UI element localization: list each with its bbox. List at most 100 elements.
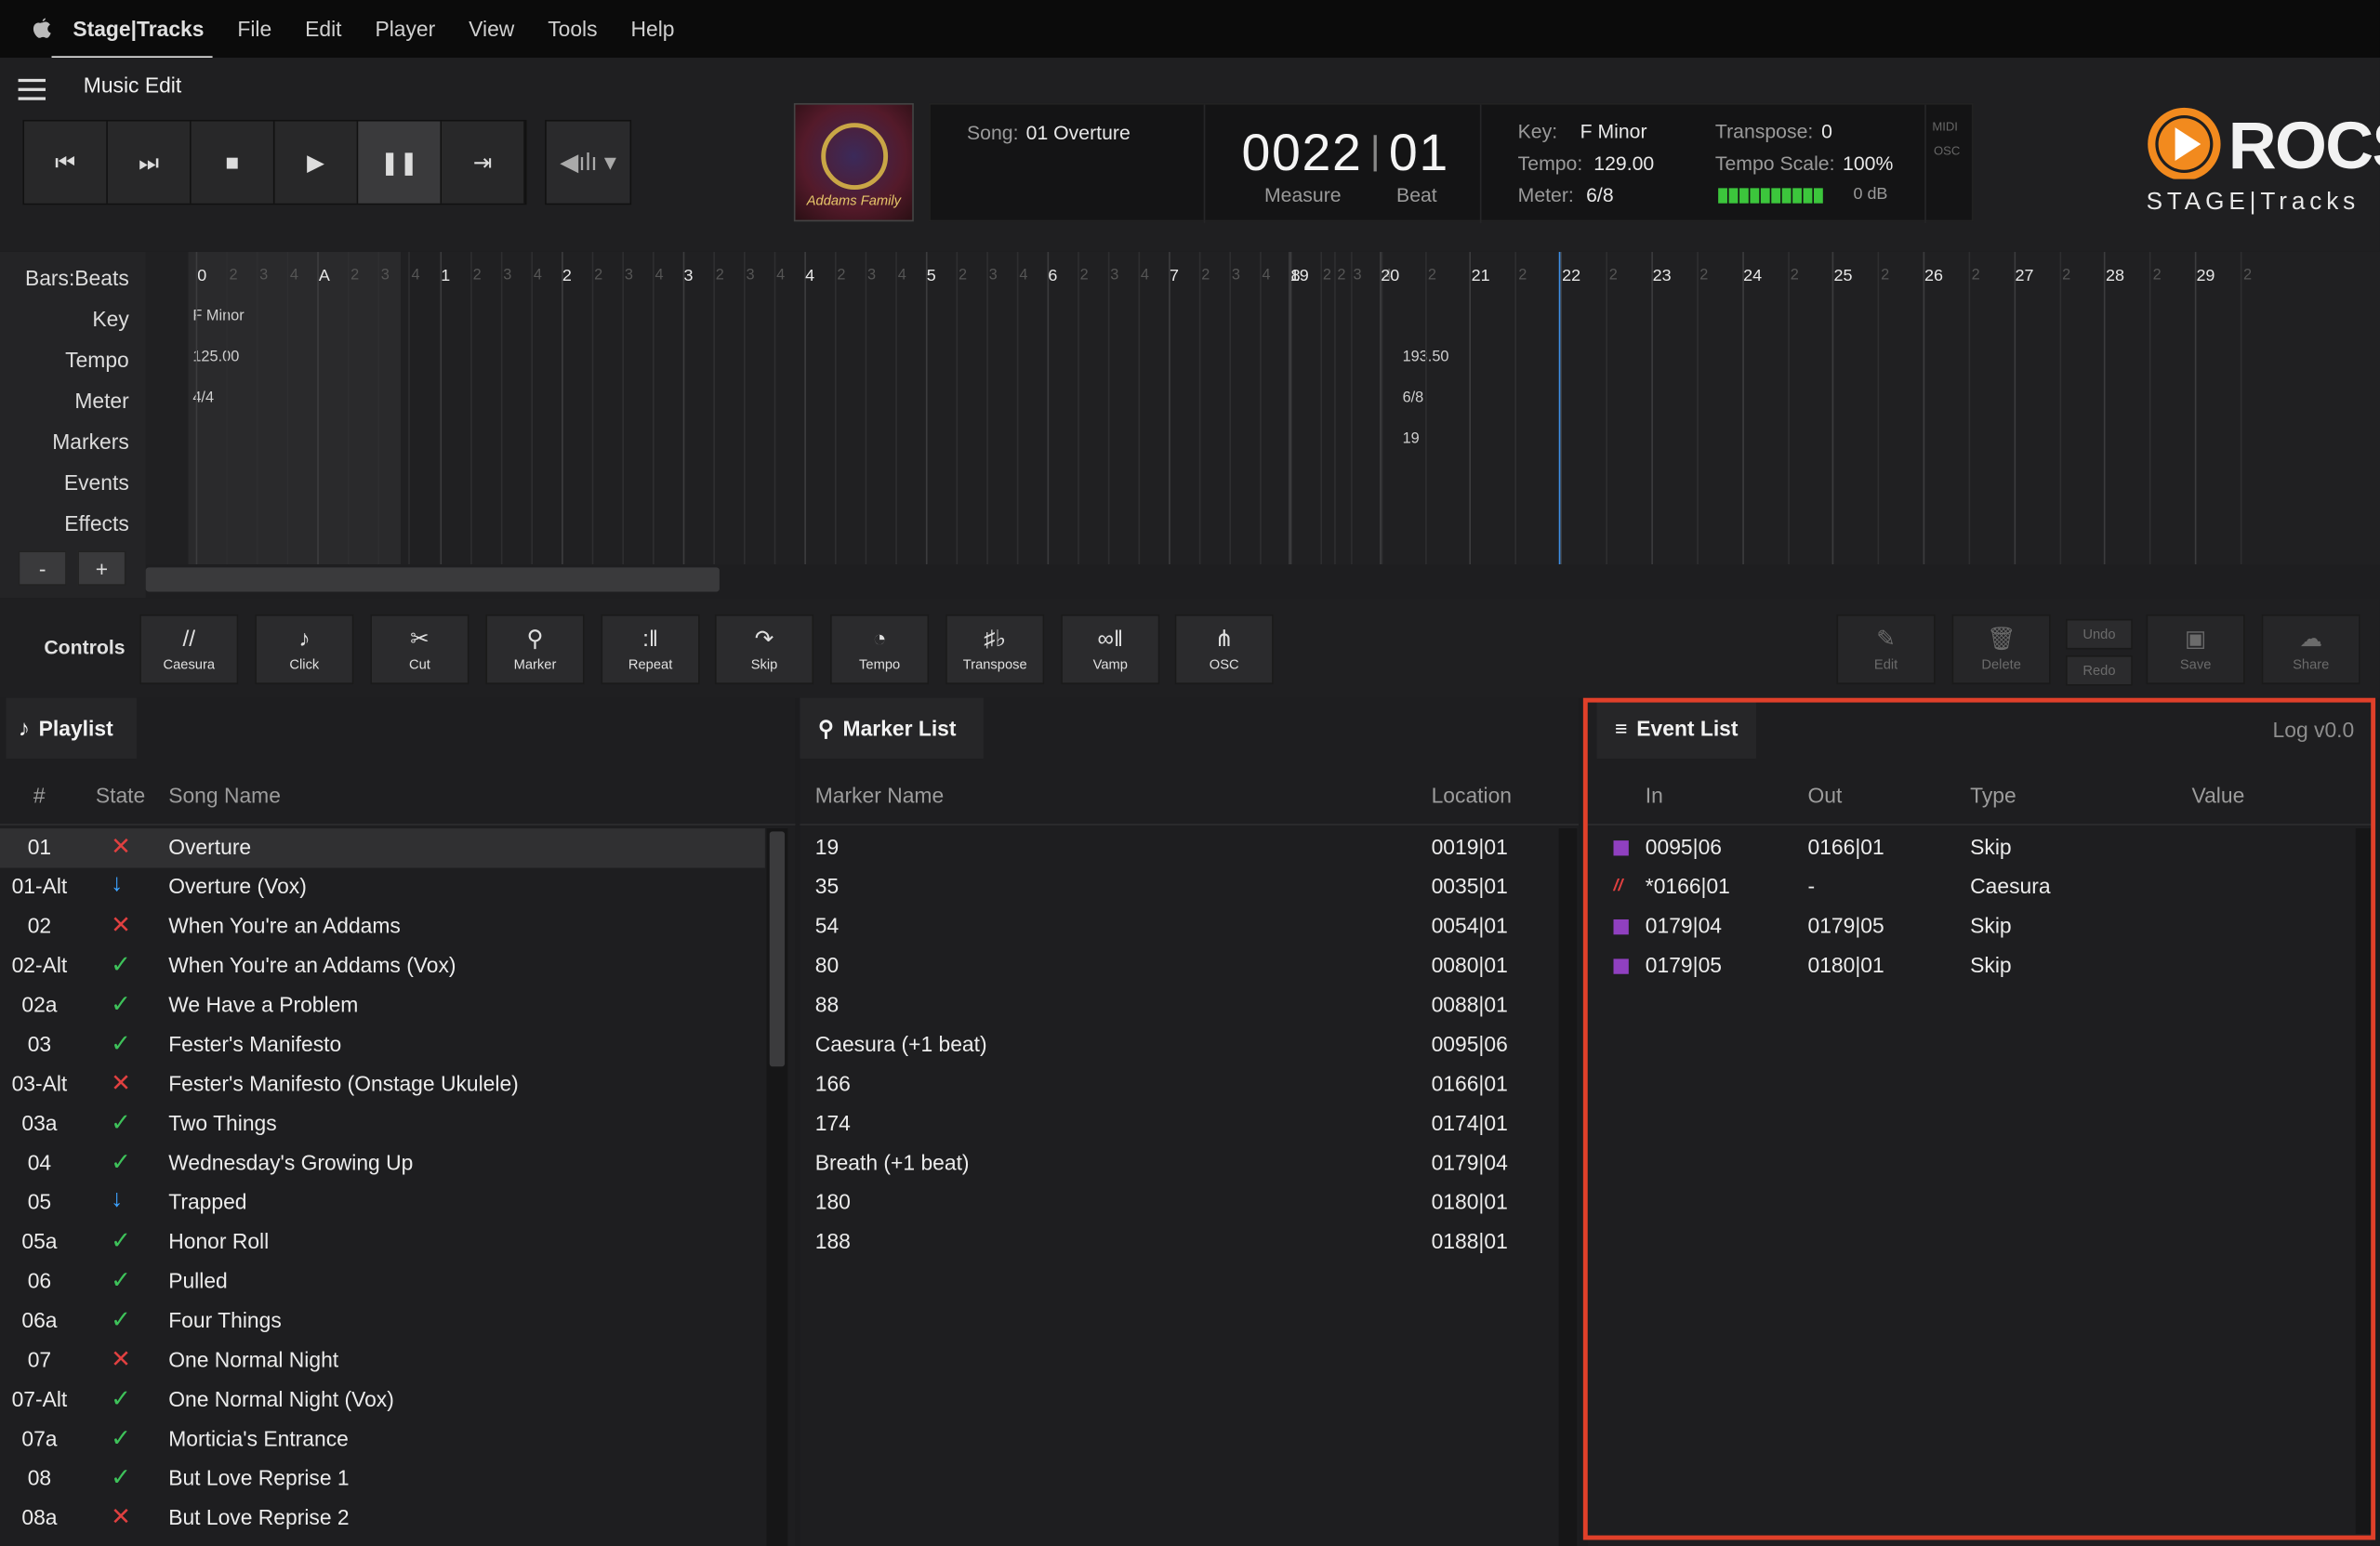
share-button[interactable]: ☁ Share [2261,614,2360,685]
marker-row[interactable]: Breath (+1 beat) 0179|04 [800,1144,1579,1183]
beat-number: 2 [715,267,724,284]
col-marker-name[interactable]: Marker Name [815,783,944,807]
marker-row[interactable]: 80 0080|01 [800,946,1579,985]
event-out: 0166|01 [1807,834,1884,859]
playlist-row[interactable]: 01 ✕ Overture [0,828,765,868]
skip-to-end-button[interactable]: ⇥ [442,121,525,204]
marker-row[interactable]: 88 0088|01 [800,986,1579,1025]
skip-back-button[interactable]: ⏮ [24,121,108,204]
beat-number: 2 [1971,267,1980,284]
col-number[interactable]: # [33,783,46,807]
playlist-row[interactable]: 05 ↓ Trapped [0,1183,765,1222]
tab-playlist[interactable]: ♪ Playlist [6,697,137,759]
menu-file[interactable]: File [237,17,271,41]
pause-button[interactable]: ❚❚ [358,121,443,204]
menu-help[interactable]: Help [630,17,674,41]
playlist-row[interactable]: 01-Alt ↓ Overture (Vox) [0,867,765,906]
playlist-row[interactable]: 07 ✕ One Normal Night [0,1341,765,1381]
marker-row[interactable]: 180 0180|01 [800,1183,1579,1222]
marker-row[interactable]: Caesura (+1 beat) 0095|06 [800,1025,1579,1064]
tab-marker-list[interactable]: ⚲ Marker List [800,697,984,759]
playlist-row[interactable]: 06a ✓ Four Things [0,1302,765,1341]
hamburger-menu-icon[interactable] [18,78,46,100]
playlist-row[interactable]: 03 ✓ Fester's Manifesto [0,1025,765,1064]
marker-row[interactable]: 35 0035|01 [800,867,1579,906]
zoom-in-button[interactable]: + [77,550,126,586]
menu-edit[interactable]: Edit [305,17,341,41]
marker-row[interactable]: 19 0019|01 [800,828,1579,867]
playlist-row[interactable]: 02a ✓ We Have a Problem [0,986,765,1025]
apple-icon[interactable] [31,17,52,41]
tab-event-list[interactable]: ≡ Event List [1596,697,1756,759]
save-button[interactable]: ▣ Save [2146,614,2245,685]
log-version[interactable]: Log v0.0 [2273,718,2355,742]
beat-number: 3 [1353,267,1362,284]
beat-number: 4 [1140,267,1150,284]
playlist-row[interactable]: 08 ✓ But Love Reprise 1 [0,1460,765,1499]
marker-scrollbar[interactable] [1558,828,1578,1546]
marker-row[interactable]: 174 0174|01 [800,1104,1579,1143]
grid-line [1228,251,1231,565]
col-state[interactable]: State [96,783,145,807]
zoom-out-button[interactable]: - [18,550,67,586]
marker-row[interactable]: 166 0166|01 [800,1065,1579,1104]
col-in[interactable]: In [1646,783,1663,807]
redo-button[interactable]: Redo [2066,655,2133,686]
playlist-row[interactable]: 04 ✓ Wednesday's Growing Up [0,1144,765,1183]
playlist-scrollbar[interactable] [766,828,788,1546]
skip-button[interactable]: ↷ Skip [714,614,814,685]
col-song-name[interactable]: Song Name [168,783,281,807]
col-out[interactable]: Out [1807,783,1842,807]
playlist-row[interactable]: 03a ✓ Two Things [0,1104,765,1143]
x-icon: ✕ [111,1347,132,1373]
event-row[interactable]: // *0166|01 - Caesura [1588,867,2371,906]
volume-button[interactable]: ◀ılı ▾ [545,119,632,205]
playlist-row[interactable]: 08a ✕ But Love Reprise 2 [0,1499,765,1538]
playlist-row[interactable]: 06 ✓ Pulled [0,1262,765,1302]
playlist-row[interactable]: 07a ✓ Morticia's Entrance [0,1420,765,1460]
click-button[interactable]: ♪ Click [255,614,354,685]
stop-button[interactable]: ■ [191,121,275,204]
playlist-row[interactable]: 02-Alt ✓ When You're an Addams (Vox) [0,946,765,985]
marker-button[interactable]: ⚲ Marker [485,614,585,685]
menu-view[interactable]: View [469,17,514,41]
transpose-button[interactable]: ♯♭ Transpose [945,614,1045,685]
repeat-button[interactable]: :‖ Repeat [601,614,700,685]
playlist-row[interactable]: 03-Alt ✕ Fester's Manifesto (Onstage Ukule… [0,1065,765,1104]
transpose-label: Transpose: [1714,119,1814,143]
timeline-scrollbar[interactable] [145,567,720,592]
delete-button[interactable]: 🗑 Delete [1951,614,2051,685]
level-segment [1814,188,1823,204]
timeline-marker-19[interactable]: 19 [1403,430,1420,447]
event-type: Skip [1970,913,2012,938]
col-location[interactable]: Location [1432,783,1512,807]
playlist-row[interactable]: 02 ✕ When You're an Addams [0,907,765,946]
skip-forward-button[interactable]: ⏭ [107,121,192,204]
playhead[interactable] [1558,251,1561,565]
col-type[interactable]: Type [1970,783,2016,807]
check-icon: ✓ [111,992,132,1019]
timeline-grid[interactable]: F Minor 125.00 4/4 193.50 6/8 19 0234A23… [145,251,2380,565]
event-row[interactable]: 0179|04 0179|05 Skip [1588,907,2371,946]
undo-button[interactable]: Undo [2066,618,2133,650]
app-menu[interactable]: Stage|Tracks [51,0,215,61]
event-row[interactable]: 0179|05 0180|01 Skip [1588,946,2371,985]
play-button[interactable]: ▶ [274,121,359,204]
marker-row[interactable]: 188 0188|01 [800,1222,1579,1262]
edit-button[interactable]: ✎ Edit [1836,614,1936,685]
menu-tools[interactable]: Tools [548,17,597,41]
caesura-button[interactable]: //Caesura [139,614,239,685]
osc-button[interactable]: ⋔ OSC [1174,614,1274,685]
vamp-button[interactable]: ∞‖ Vamp [1061,614,1160,685]
marker-row[interactable]: 54 0054|01 [800,907,1579,946]
menu-player[interactable]: Player [375,17,435,41]
event-row[interactable]: 0095|06 0166|01 Skip [1588,828,2371,867]
song-value: 01 Overture [1025,121,1130,145]
event-scrollbar[interactable] [2355,828,2372,1534]
cut-button[interactable]: ✂ Cut [370,614,469,685]
playlist-row[interactable]: 07-Alt ✓ One Normal Night (Vox) [0,1381,765,1420]
playlist-row[interactable]: 05a ✓ Honor Roll [0,1222,765,1262]
marker-name: 180 [814,1189,851,1214]
tempo-button[interactable]: ◔ Tempo [830,614,930,685]
col-value[interactable]: Value [2192,783,2245,807]
